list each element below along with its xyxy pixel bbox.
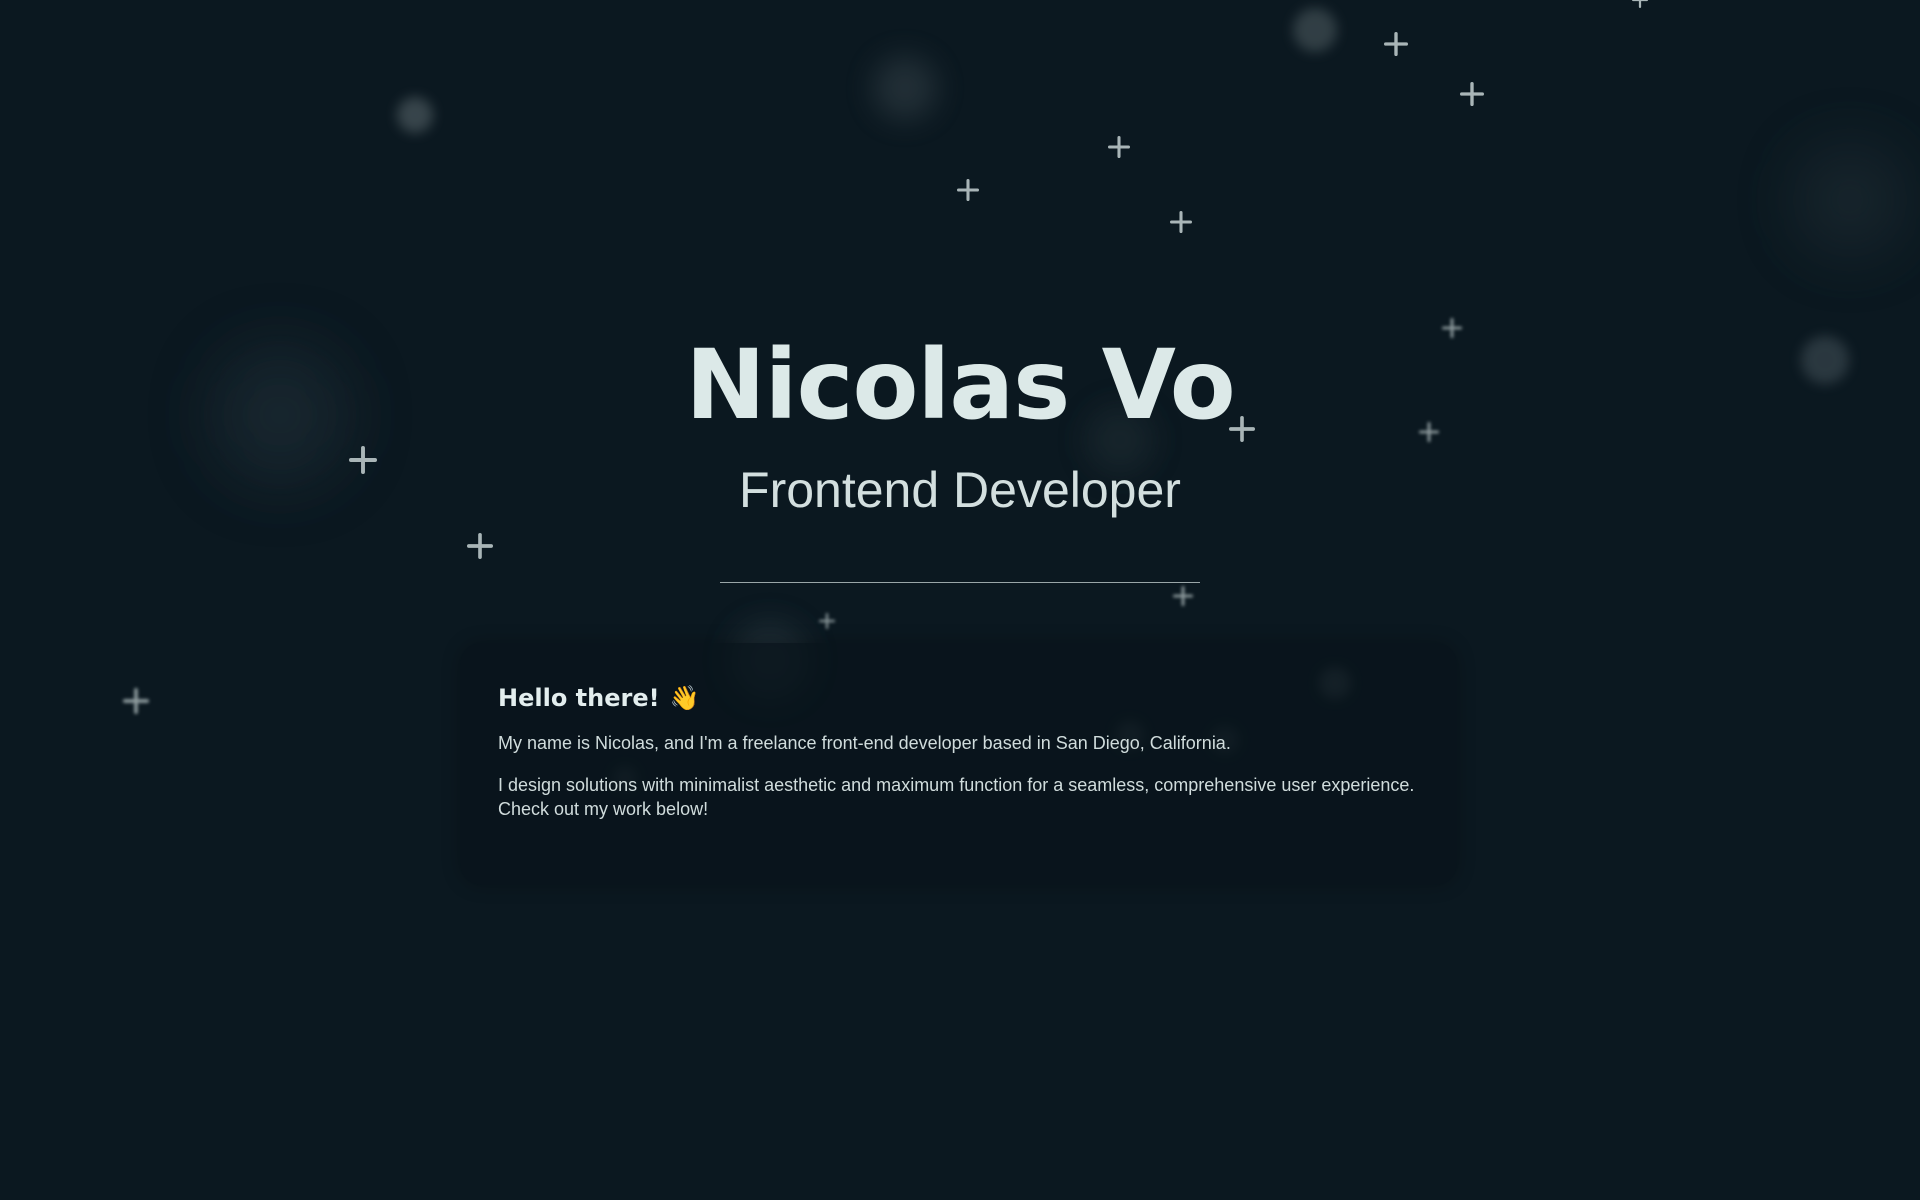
starfield-background [0, 0, 1920, 1200]
intro-heading: Hello there! 👋 [498, 683, 1419, 713]
page-title: Nicolas Vo [685, 329, 1235, 441]
intro-paragraph-2: I design solutions with minimalist aesth… [498, 775, 1415, 819]
job-subtitle: Frontend Developer [739, 462, 1181, 518]
intro-card: Hello there! 👋 My name is Nicolas, and I'… [460, 643, 1457, 885]
intro-heading-text: Hello there! [498, 684, 660, 712]
divider-line [720, 582, 1200, 583]
waving-hand-icon: 👋 [669, 684, 700, 712]
intro-paragraph-1: My name is Nicolas, and I'm a freelance … [498, 733, 1231, 753]
